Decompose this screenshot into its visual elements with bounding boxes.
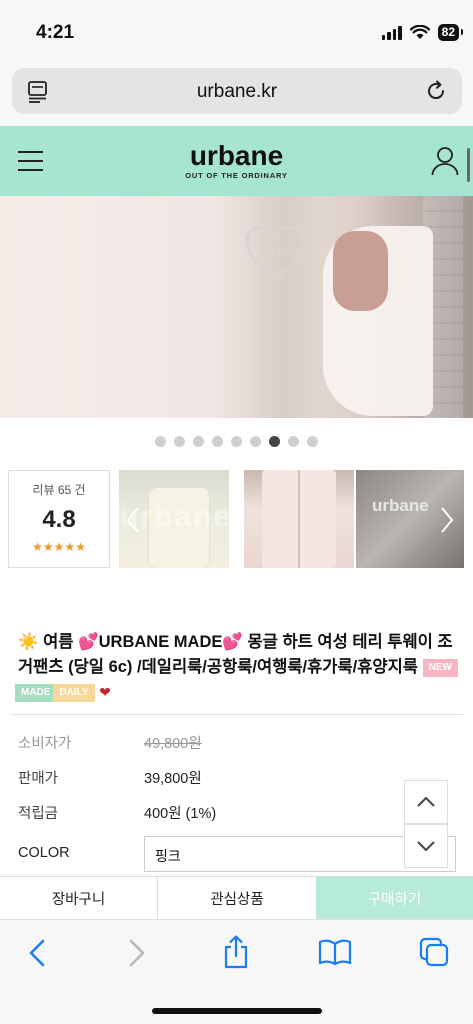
reload-icon[interactable]: [424, 79, 448, 103]
gallery-dot[interactable]: [193, 436, 204, 447]
share-icon[interactable]: [222, 934, 250, 970]
review-thumbnail[interactable]: [244, 470, 354, 568]
home-indicator: [152, 1008, 322, 1014]
wifi-icon: [409, 25, 430, 39]
consumer-price-value: 49,800원: [144, 736, 202, 752]
status-bar: 4:21 82: [0, 0, 473, 62]
points-value: 400원 (1%): [144, 806, 217, 822]
site-header: urbane OUT OF THE ORDINARY: [0, 126, 473, 196]
browser-address-area: urbane.kr: [0, 62, 473, 126]
gallery-dot[interactable]: [174, 436, 185, 447]
svg-text:UB: UB: [262, 241, 287, 260]
scroll-up-button[interactable]: [404, 780, 448, 824]
gallery-pagination: [0, 436, 473, 447]
gallery-dot[interactable]: [155, 436, 166, 447]
buy-now-button[interactable]: 구매하기: [316, 877, 473, 920]
address-bar[interactable]: urbane.kr: [12, 68, 462, 114]
wishlist-button[interactable]: 관심상품: [158, 877, 316, 920]
points-label: 적립금: [18, 806, 59, 822]
tabs-icon[interactable]: [418, 936, 450, 968]
site-logo[interactable]: urbane OUT OF THE ORDINARY: [0, 140, 473, 181]
forward-icon[interactable]: [128, 938, 146, 968]
star-rating: ★★★★★: [32, 540, 86, 554]
gallery-dot[interactable]: [307, 436, 318, 447]
badge-made: MADE: [15, 684, 57, 702]
sale-price-label: 판매가: [18, 771, 59, 787]
status-icons: 82: [381, 24, 464, 41]
color-select-value: 핑크: [155, 848, 181, 864]
badge-daily: DAILY: [53, 684, 95, 702]
review-count: 리뷰 65 건: [32, 483, 86, 497]
pants-seam: [298, 470, 300, 568]
color-label: COLOR: [18, 845, 70, 861]
review-score: 4.8: [42, 506, 76, 533]
back-icon[interactable]: [28, 938, 46, 968]
bookmarks-icon[interactable]: [318, 938, 352, 966]
gallery-dot[interactable]: [212, 436, 223, 447]
divider: [10, 714, 463, 715]
consumer-price-label: 소비자가: [18, 736, 72, 752]
heart-icon: ❤: [99, 684, 111, 700]
logo-tagline: OUT OF THE ORDINARY: [185, 171, 288, 180]
purchase-action-bar: 장바구니 관심상품 구매하기: [0, 876, 473, 920]
product-title: ☀️ 여름 💕URBANE MADE💕 몽글 하트 여성 테리 투웨이 조거팬츠…: [15, 630, 463, 705]
scroll-down-button[interactable]: [404, 824, 448, 868]
chevron-down-icon: [417, 841, 435, 852]
page-scroll-indicator: [467, 148, 470, 182]
gallery-dot[interactable]: [231, 436, 242, 447]
cellular-signal-icon: [381, 25, 402, 40]
battery-indicator: 82: [437, 24, 464, 41]
product-main-image[interactable]: UB: [0, 196, 473, 418]
sale-price-value: 39,800원: [144, 771, 202, 787]
status-time: 4:21: [36, 22, 75, 43]
thumbnail-brand-text: urbane: [372, 496, 429, 515]
gallery-dot[interactable]: [269, 436, 280, 447]
chevron-left-icon[interactable]: [126, 506, 140, 534]
hand: [333, 231, 388, 311]
user-account-icon[interactable]: [431, 146, 459, 176]
review-summary[interactable]: 리뷰 65 건 4.8 ★★★★★: [8, 470, 110, 568]
logo-text: urbane: [189, 140, 284, 171]
badge-new: NEW: [422, 659, 458, 677]
add-to-cart-button[interactable]: 장바구니: [0, 877, 158, 920]
gallery-dot[interactable]: [250, 436, 261, 447]
gallery-dot[interactable]: [288, 436, 299, 447]
chevron-right-icon[interactable]: [440, 506, 454, 534]
chevron-up-icon: [417, 796, 435, 807]
embroidered-heart-logo: UB: [245, 226, 305, 280]
product-title-text: ☀️ 여름 💕URBANE MADE💕 몽글 하트 여성 테리 투웨이 조거팬츠…: [18, 633, 453, 676]
url-text[interactable]: urbane.kr: [12, 81, 462, 103]
